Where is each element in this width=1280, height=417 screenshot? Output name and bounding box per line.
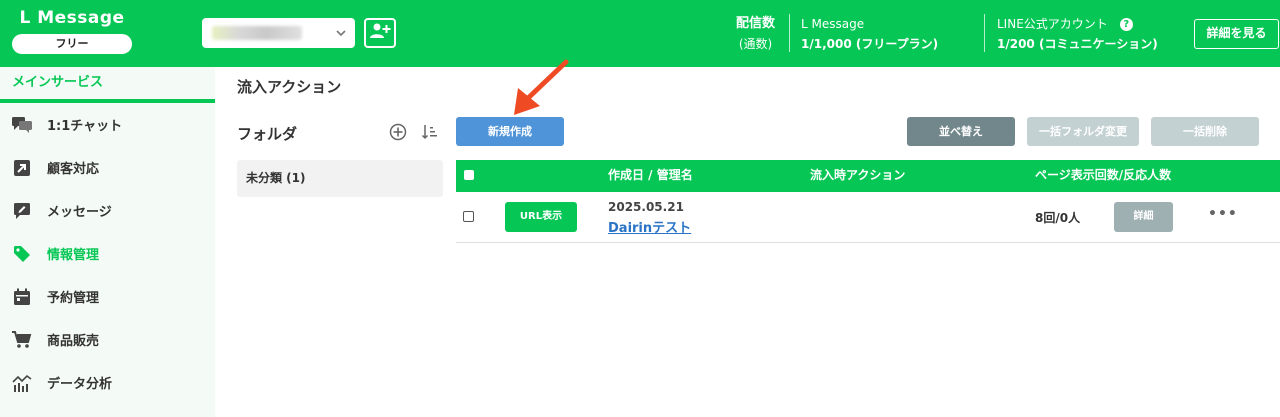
bulk-folder-change-button[interactable]: 一括フォルダ変更: [1027, 117, 1139, 146]
annotation-arrow-icon: [514, 59, 569, 115]
folder-item-uncategorized[interactable]: 未分類 (1): [237, 160, 443, 197]
folder-title: フォルダ: [237, 125, 298, 143]
divider: [789, 14, 790, 52]
sidebar-item-analytics[interactable]: データ分析: [0, 361, 215, 404]
stat-label: 配信数: [736, 16, 776, 31]
sort-button[interactable]: 並べ替え: [907, 117, 1015, 146]
column-header: 作成日 / 管理名: [608, 168, 693, 182]
divider: [984, 14, 985, 52]
arrow-box-icon: [12, 158, 32, 178]
plan-badge: フリー: [12, 34, 132, 54]
select-all-checkbox[interactable]: [464, 170, 474, 180]
row-detail-button[interactable]: 詳細: [1114, 202, 1173, 232]
view-details-button[interactable]: 詳細を見る: [1194, 19, 1279, 49]
bulk-delete-button[interactable]: 一括削除: [1151, 117, 1259, 146]
brand-title: L Message: [19, 8, 125, 28]
table-header: 作成日 / 管理名 流入時アクション ページ表示回数/反応人数: [456, 160, 1280, 192]
add-friend-button[interactable]: [364, 18, 396, 48]
cart-icon: [12, 330, 32, 350]
stat-sub: (通数): [738, 37, 773, 51]
sidebar-item-label: 1:1チャット: [47, 119, 123, 134]
sidebar-item-chat[interactable]: 1:1チャット: [0, 103, 215, 146]
tag-icon: [12, 244, 32, 264]
chevron-down-icon: [335, 24, 347, 45]
more-options-icon[interactable]: •••: [1208, 206, 1238, 222]
sidebar-item-label: 顧客対応: [47, 162, 100, 177]
sort-folders-icon[interactable]: [421, 123, 439, 145]
line-label: LINE公式アカウント: [997, 17, 1108, 31]
show-url-button[interactable]: URL表示: [505, 202, 577, 232]
management-name-link[interactable]: Dairinテスト: [608, 217, 691, 236]
page-title: 流入アクション: [237, 78, 342, 96]
created-date: 2025.05.21: [608, 200, 684, 214]
account-name-blurred: [212, 26, 302, 40]
sidebar-item-label: 予約管理: [47, 291, 100, 306]
line-usage: LINE公式アカウント? 1/200 (コミュニケーション): [997, 14, 1158, 54]
add-folder-icon[interactable]: [389, 123, 407, 145]
table-row: URL表示 2025.05.21 Dairinテスト 8回/0人 詳細 •••: [456, 192, 1280, 243]
sidebar-item-sales[interactable]: 商品販売: [0, 318, 215, 361]
column-header: ページ表示回数/反応人数: [1035, 168, 1172, 182]
sidebar-item-message[interactable]: メッセージ: [0, 189, 215, 232]
row-checkbox[interactable]: [463, 211, 474, 222]
chat-icon: [12, 115, 32, 135]
sidebar-item-label: 情報管理: [47, 248, 100, 263]
top-header: L Message フリー 配信数 (通数) L Message 1/1,000…: [0, 0, 1280, 67]
view-count: 8回/0人: [1035, 211, 1081, 225]
brand: L Message フリー: [12, 8, 132, 54]
lmessage-label: L Message: [801, 17, 865, 31]
sidebar-item-label: 商品販売: [47, 334, 100, 349]
sidebar-item-reservation[interactable]: 予約管理: [0, 275, 215, 318]
message-icon: [12, 201, 32, 221]
lmessage-usage: L Message 1/1,000 (フリープラン): [801, 14, 938, 54]
sidebar-section-main[interactable]: メインサービス: [0, 67, 215, 103]
sidebar-item-label: データ分析: [47, 377, 113, 392]
account-select[interactable]: [202, 18, 355, 48]
sidebar: メインサービス 1:1チャット 顧客対応 メッセージ 情報管理 予約管理 商品販: [0, 67, 215, 417]
delivery-count-label: 配信数 (通数): [736, 14, 775, 54]
add-user-icon: [369, 22, 391, 44]
lmessage-value: 1/1,000 (フリープラン): [801, 37, 939, 51]
sidebar-item-info[interactable]: 情報管理: [0, 232, 215, 275]
calendar-icon: [12, 287, 32, 307]
sidebar-item-label: メッセージ: [47, 205, 112, 220]
column-header: 流入時アクション: [810, 168, 906, 182]
line-value: 1/200 (コミュニケーション): [997, 37, 1158, 51]
chart-icon: [12, 373, 32, 393]
help-icon[interactable]: ?: [1119, 18, 1133, 31]
sidebar-item-support[interactable]: 顧客対応: [0, 146, 215, 189]
